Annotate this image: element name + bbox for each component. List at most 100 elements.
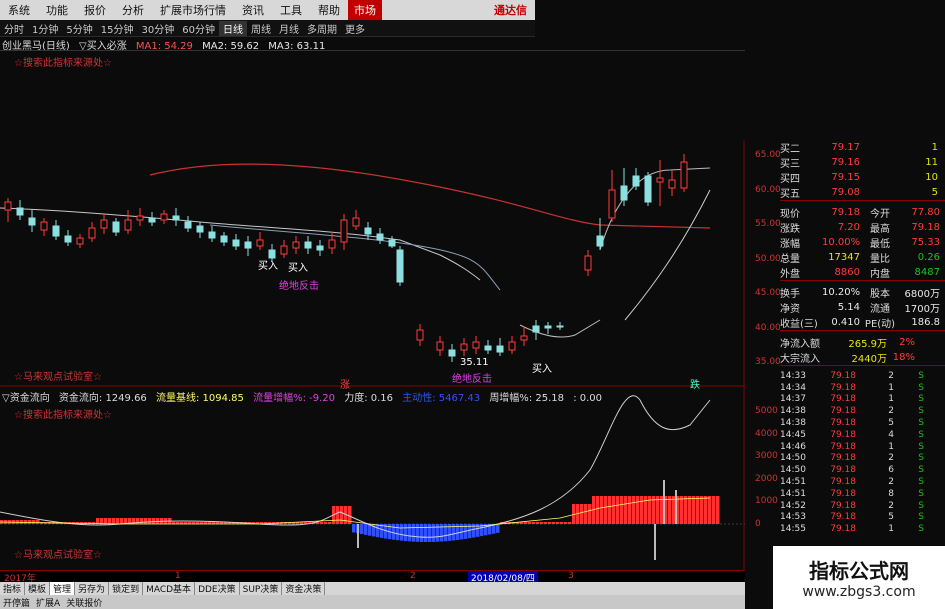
candle-body (484, 345, 492, 351)
stat-value: 0.410 (831, 317, 860, 328)
stat-value: 7.20 (837, 222, 860, 233)
tick-vol: 1 (888, 394, 894, 405)
ind-v3: 流量增幅%: -9.20 (253, 393, 336, 404)
tick-time: 14:45 (780, 429, 806, 440)
indicator-tab[interactable]: DDE决策 (195, 582, 240, 595)
indicator-bar (408, 524, 412, 542)
indicator-bar (624, 496, 628, 524)
tick-side: S (918, 500, 924, 511)
tick-vol: 5 (888, 512, 894, 523)
menu-item[interactable]: 报价 (76, 2, 114, 18)
indicator-bar (428, 524, 432, 542)
menu-item[interactable]: 资讯 (234, 2, 272, 18)
period-tab[interactable]: 15分钟 (97, 21, 138, 36)
stat-value: 186.8 (911, 317, 940, 328)
ind-v1: 资金流向: 1249.66 (58, 393, 147, 404)
kline-chart[interactable] (0, 50, 745, 570)
tick-price: 79.18 (830, 500, 856, 511)
bottom-tab[interactable]: 关联报价 (63, 596, 105, 609)
stat-value: 75.33 (911, 237, 940, 248)
period-tab[interactable]: 月线 (275, 21, 303, 36)
indicator-bar (688, 496, 692, 524)
stat-label: 收益(三) (780, 319, 818, 330)
indicator-bar (628, 496, 632, 524)
candle-body (40, 221, 48, 231)
period-tab[interactable]: 30分钟 (137, 21, 178, 36)
menu-market[interactable]: 市场 (348, 0, 382, 20)
indicator-tab[interactable]: MACD基本 (143, 582, 196, 595)
bottom-tab[interactable]: 开停篇 (0, 596, 33, 609)
candle-body (184, 221, 192, 229)
indicator-bar (616, 496, 620, 524)
period-tab[interactable]: 1分钟 (28, 21, 62, 36)
indicator-bar (340, 506, 344, 524)
ind-tick: 4000 (755, 428, 778, 439)
period-tab[interactable]: 日线 (218, 20, 247, 36)
indicator-tab[interactable]: 另存为 (75, 582, 110, 595)
indicator-bar (432, 524, 436, 542)
menu-item[interactable]: 分析 (114, 2, 152, 18)
indicator-bar (424, 524, 428, 542)
tick-price: 79.18 (830, 370, 856, 381)
period-tab[interactable]: 周线 (247, 21, 275, 36)
price-tick: 60.00 (755, 184, 781, 195)
bottom-bar: 开停篇 扩展A 关联报价 (0, 595, 745, 609)
indicator-bar (116, 518, 120, 524)
period-tab[interactable]: 60分钟 (178, 21, 219, 36)
tick-row: 14:50 79.18 2 S (780, 453, 945, 465)
menu-item[interactable]: 帮助 (310, 2, 348, 18)
indicator-tab[interactable]: 资金决策 (282, 582, 326, 595)
indicator-bar (680, 496, 684, 524)
candle-body (472, 341, 480, 349)
indicator-tab[interactable]: SUP决策 (240, 582, 283, 595)
indicator-tab[interactable]: 管理 (50, 582, 76, 595)
indicator-bar (556, 522, 560, 524)
tick-row: 14:46 79.18 1 S (780, 441, 945, 453)
indicator-tab[interactable]: 指标 (0, 582, 26, 595)
tick-price: 79.18 (830, 429, 856, 440)
indicator-bar (656, 496, 660, 524)
bottom-tab[interactable]: 扩展A (33, 596, 63, 609)
stat-label: 涨跌 (780, 224, 800, 235)
ask-row[interactable]: 买五 79.08 5 (780, 185, 945, 200)
candle-body (76, 237, 84, 245)
month-1: 1 (175, 571, 181, 581)
ask-row[interactable]: 买二 79.17 1 (780, 140, 945, 155)
candle-body (280, 245, 288, 255)
stat-row: 换手 10.20% 股本 6800万 (780, 285, 945, 300)
ind-name[interactable]: ▽资金流向 (2, 393, 50, 404)
indicator-tab[interactable]: 模板 (25, 582, 51, 595)
stat-label: 净资 (780, 304, 800, 315)
ind-tick: 2000 (755, 473, 778, 484)
indicator-bar (420, 524, 424, 542)
menu-item[interactable]: 扩展市场行情 (152, 2, 234, 18)
candle-body (160, 213, 168, 221)
ind-v4: 力度: 0.16 (344, 393, 394, 404)
period-tab[interactable]: 5分钟 (62, 21, 96, 36)
stat-value: 8860 (834, 267, 860, 278)
candle-body (4, 201, 12, 211)
ask-row[interactable]: 买四 79.15 10 (780, 170, 945, 185)
period-tab[interactable]: 更多 (341, 21, 369, 36)
tick-side: S (918, 488, 924, 499)
ask-row[interactable]: 买三 79.16 11 (780, 155, 945, 170)
candle-body (656, 177, 664, 183)
ask-label: 买三 (780, 159, 800, 170)
candle-body (508, 341, 516, 351)
tick-price: 79.18 (830, 441, 856, 452)
tick-row: 14:45 79.18 4 S (780, 429, 945, 441)
indicator-bar (636, 496, 640, 524)
tick-time: 14:50 (780, 465, 806, 476)
menu-item[interactable]: 系统 (0, 2, 38, 18)
menu-item[interactable]: 工具 (272, 2, 310, 18)
indicator-bar (716, 496, 720, 524)
stat-label: 换手 (780, 289, 800, 300)
indicator-tab[interactable]: 锁定到 (109, 582, 144, 595)
stat-value: 6800万 (904, 289, 940, 300)
stat-label: 量比 (870, 254, 890, 265)
candle-body (608, 189, 616, 219)
menu-item[interactable]: 功能 (38, 2, 76, 18)
time-axis[interactable]: 2017年 1 2 2018/02/08/四 3 (0, 570, 745, 584)
period-tab[interactable]: 多周期 (303, 21, 341, 36)
period-tab[interactable]: 分时 (0, 21, 28, 36)
